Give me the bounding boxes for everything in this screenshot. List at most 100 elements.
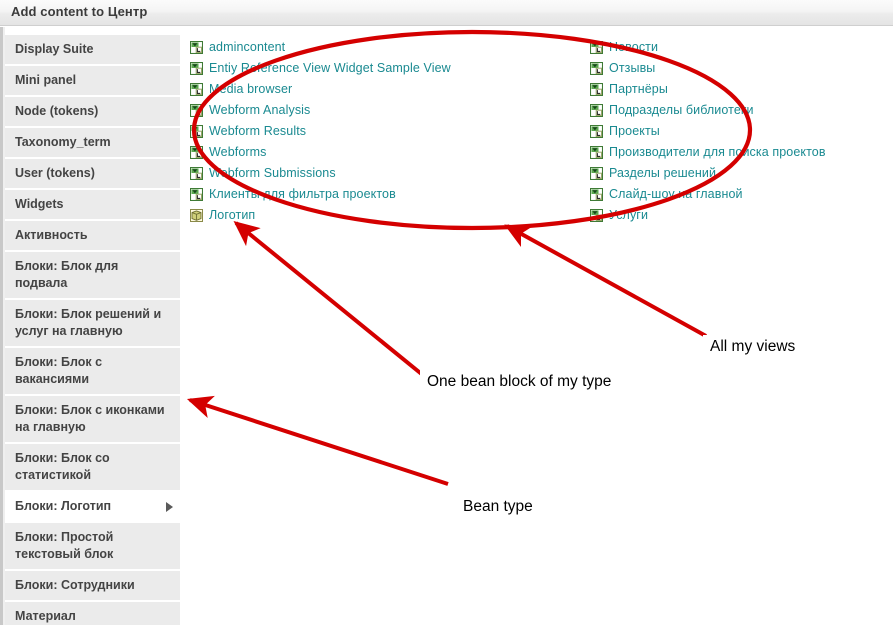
sidebar-item-label: Блоки: Блок с вакансиями <box>15 355 103 386</box>
sidebar-item-label: Блоки: Логотип <box>15 499 112 513</box>
view-icon <box>190 167 203 180</box>
sidebar-item-label: Mini panel <box>15 73 77 87</box>
sidebar-item-5[interactable]: Widgets <box>5 190 180 221</box>
view-link[interactable]: Разделы решений <box>609 163 716 184</box>
sidebar-item-label: Widgets <box>15 197 64 211</box>
view-link[interactable]: Производители для поиска проектов <box>609 142 826 163</box>
bean-block-icon <box>190 209 203 222</box>
window-titlebar: Add content to Центр <box>0 0 893 26</box>
view-link[interactable]: Webforms <box>209 142 267 163</box>
view-list-item[interactable]: Webforms <box>190 142 590 163</box>
view-link[interactable]: Клиенты для фильтра проектов <box>209 184 396 205</box>
view-link[interactable]: Webform Results <box>209 121 306 142</box>
view-link[interactable]: Entiy Reference View Widget Sample View <box>209 58 451 79</box>
view-list-item[interactable]: Проекты <box>590 121 890 142</box>
view-link[interactable]: Услуги <box>609 205 648 226</box>
sidebar-item-1[interactable]: Mini panel <box>5 66 180 97</box>
sidebar-item-0[interactable]: Display Suite <box>5 35 180 66</box>
content-panel: admincontent Entiy Reference View Widget … <box>182 27 893 625</box>
view-icon <box>190 188 203 201</box>
sidebar-item-label: Блоки: Блок для подвала <box>15 259 119 290</box>
view-link[interactable]: Логотип <box>209 205 255 226</box>
sidebar-item-label: Node (tokens) <box>15 104 99 118</box>
view-icon <box>590 125 603 138</box>
view-list-item[interactable]: Новости <box>590 37 890 58</box>
sidebar-item-10[interactable]: Блоки: Блок с иконками на главную <box>5 396 180 444</box>
view-list-item[interactable]: Логотип <box>190 205 590 226</box>
sidebar-top-gap <box>5 27 180 35</box>
view-list-item[interactable]: Отзывы <box>590 58 890 79</box>
view-list-item[interactable]: Услуги <box>590 205 890 226</box>
view-link[interactable]: admincontent <box>209 37 285 58</box>
sidebar-item-7[interactable]: Блоки: Блок для подвала <box>5 252 180 300</box>
view-link[interactable]: Новости <box>609 37 658 58</box>
view-list-item[interactable]: Webform Submissions <box>190 163 590 184</box>
background-watermark <box>690 352 860 410</box>
sidebar-item-6[interactable]: Активность <box>5 221 180 252</box>
view-icon <box>190 146 203 159</box>
category-sidebar[interactable]: Display Suite Mini panel Node (tokens) Taxo… <box>5 27 180 625</box>
sidebar-item-8[interactable]: Блоки: Блок решений и услуг на главную <box>5 300 180 348</box>
view-icon <box>590 167 603 180</box>
view-list-item[interactable]: admincontent <box>190 37 590 58</box>
view-list-item[interactable]: Разделы решений <box>590 163 890 184</box>
sidebar-item-label: Блоки: Блок со статистикой <box>15 451 110 482</box>
view-list-item[interactable]: Webform Results <box>190 121 590 142</box>
views-list-right-column[interactable]: Новости Отзывы Партнёры Подразделы библиоте… <box>590 37 890 226</box>
view-icon <box>190 104 203 117</box>
sidebar-item-4[interactable]: User (tokens) <box>5 159 180 190</box>
window-body: Display Suite Mini panel Node (tokens) Taxo… <box>0 27 893 625</box>
view-icon <box>190 83 203 96</box>
add-content-window: Add content to Центр Display Suite Mini p… <box>0 0 893 625</box>
sidebar-item-14[interactable]: Блоки: Сотрудники <box>5 571 180 602</box>
sidebar-item-label: Блоки: Блок с иконками на главную <box>15 403 165 434</box>
view-link[interactable]: Проекты <box>609 121 660 142</box>
annotation-label-all-views: All my views <box>703 335 803 360</box>
view-list-item[interactable]: Клиенты для фильтра проектов <box>190 184 590 205</box>
view-list-item[interactable]: Webform Analysis <box>190 100 590 121</box>
sidebar-item-label: Блоки: Блок решений и услуг на главную <box>15 307 162 338</box>
view-link[interactable]: Слайд-шоу на главной <box>609 184 743 205</box>
sidebar-item-9[interactable]: Блоки: Блок с вакансиями <box>5 348 180 396</box>
sidebar-item-3[interactable]: Taxonomy_term <box>5 128 180 159</box>
sidebar-item-label: Активность <box>15 228 88 242</box>
view-icon <box>190 41 203 54</box>
view-icon <box>190 62 203 75</box>
sidebar-item-label: Блоки: Сотрудники <box>15 578 135 592</box>
view-link[interactable]: Webform Submissions <box>209 163 336 184</box>
sidebar-item-label: Taxonomy_term <box>15 135 111 149</box>
view-icon <box>590 41 603 54</box>
view-link[interactable]: Подразделы библиотеки <box>609 100 754 121</box>
chevron-right-icon <box>166 501 173 512</box>
view-list-item[interactable]: Подразделы библиотеки <box>590 100 890 121</box>
view-icon <box>590 209 603 222</box>
page-title: Add content to Центр <box>11 4 148 19</box>
view-icon <box>590 188 603 201</box>
view-icon <box>190 125 203 138</box>
sidebar-item-label: Материал <box>15 609 76 623</box>
sidebar-item-13[interactable]: Блоки: Простой текстовый блок <box>5 523 180 571</box>
view-link[interactable]: Webform Analysis <box>209 100 310 121</box>
view-icon <box>590 146 603 159</box>
annotation-label-bean-block: One bean block of my type <box>420 370 619 395</box>
sidebar-item-label: User (tokens) <box>15 166 95 180</box>
view-list-item[interactable]: Media browser <box>190 79 590 100</box>
view-list-item[interactable]: Партнёры <box>590 79 890 100</box>
views-list-left-column[interactable]: admincontent Entiy Reference View Widget … <box>190 37 590 226</box>
sidebar-item-15[interactable]: Материал <box>5 602 180 625</box>
view-link[interactable]: Media browser <box>209 79 292 100</box>
view-list-item[interactable]: Слайд-шоу на главной <box>590 184 890 205</box>
view-list-item[interactable]: Entiy Reference View Widget Sample View <box>190 58 590 79</box>
sidebar-item-12[interactable]: Блоки: Логотип <box>5 492 180 523</box>
view-list-item[interactable]: Производители для поиска проектов <box>590 142 890 163</box>
sidebar-item-11[interactable]: Блоки: Блок со статистикой <box>5 444 180 492</box>
sidebar-item-label: Display Suite <box>15 42 94 56</box>
sidebar-item-label: Блоки: Простой текстовый блок <box>15 530 114 561</box>
view-link[interactable]: Отзывы <box>609 58 655 79</box>
view-icon <box>590 83 603 96</box>
sidebar-item-2[interactable]: Node (tokens) <box>5 97 180 128</box>
view-link[interactable]: Партнёры <box>609 79 668 100</box>
annotation-label-bean-type: Bean type <box>456 495 540 520</box>
view-icon <box>590 62 603 75</box>
view-icon <box>590 104 603 117</box>
